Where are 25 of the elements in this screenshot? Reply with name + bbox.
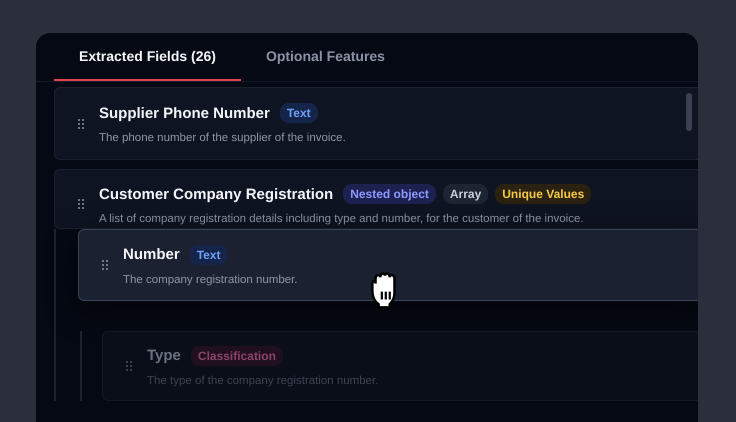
drag-handle-icon[interactable] <box>126 361 132 371</box>
field-name: Supplier Phone Number <box>99 104 270 122</box>
field-description: The company registration number. <box>123 274 298 286</box>
field-name: Type <box>147 347 181 364</box>
field-name: Customer Company Registration <box>99 186 334 202</box>
field-description: A list of company registration details including type and number, for the customer of the invoice. <box>99 213 585 225</box>
type-tag: Text <box>280 103 318 123</box>
field-description: The phone number of the supplier of the invoice. <box>99 132 346 144</box>
drag-handle-icon[interactable] <box>102 260 108 270</box>
type-tag: Unique Values <box>495 184 592 204</box>
type-tag: Array <box>442 184 488 204</box>
field-description: The type of the company registration number. <box>147 374 378 386</box>
field-card[interactable]: Customer Company Registration Nested object Array Unique Values A list of company registration details including type and number, for the customer of the invoice. <box>54 169 698 229</box>
drag-handle-icon[interactable] <box>78 118 84 128</box>
scrollbar[interactable] <box>686 93 692 131</box>
tab[interactable]: Extracted Fields (26) <box>54 33 241 81</box>
field-card[interactable]: Supplier Phone Number Text The phone number of the supplier of the invoice. <box>54 87 698 160</box>
tab[interactable]: Optional Features <box>240 33 410 81</box>
type-tag: Classification <box>190 346 283 366</box>
drag-handle-icon[interactable] <box>78 199 84 209</box>
field-name: Number <box>123 246 180 263</box>
type-tag: Text <box>190 244 228 264</box>
type-tag: Nested object <box>343 184 436 204</box>
field-card[interactable]: Number Text The company registration number. <box>78 229 698 301</box>
field-card[interactable]: Type Classification The type of the company registration number. <box>102 331 698 401</box>
